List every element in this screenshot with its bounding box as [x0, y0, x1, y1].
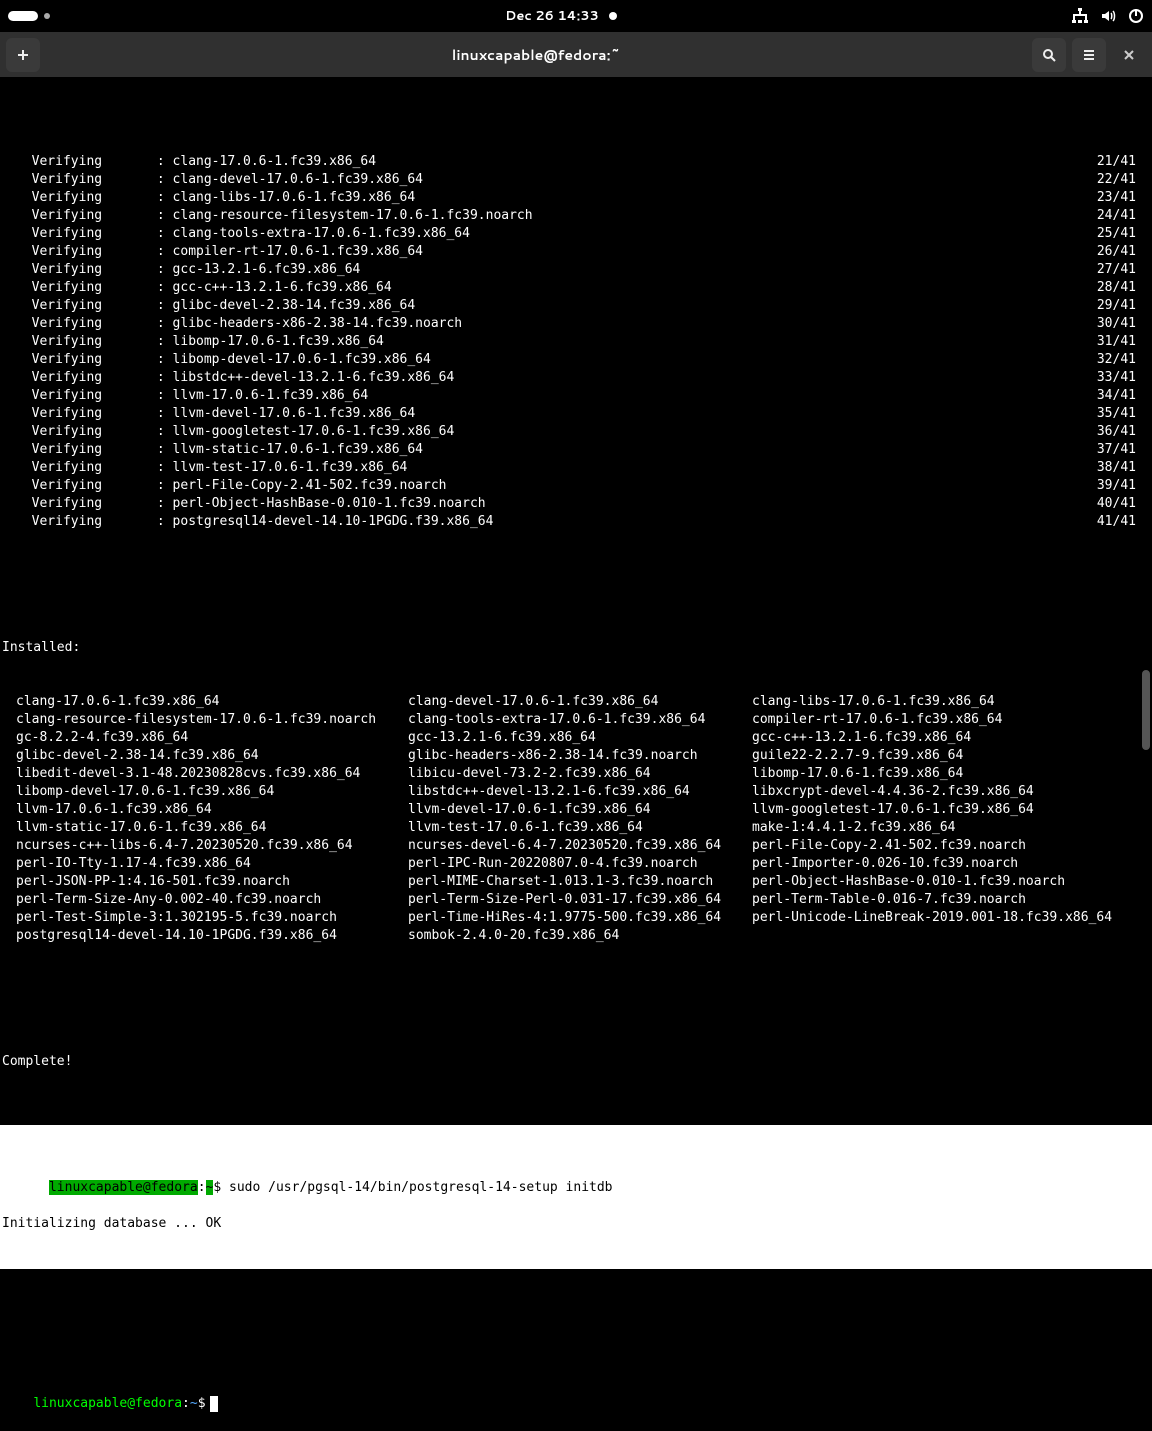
installed-pkg: perl-Term-Size-Any-0.002-40.fc39.noarch [16, 891, 408, 909]
search-button[interactable] [1032, 38, 1066, 72]
verifying-line: Verifying : llvm-devel-17.0.6-1.fc39.x86… [0, 405, 1152, 423]
installed-pkg: perl-Term-Size-Perl-0.031-17.fc39.x86_64 [408, 891, 752, 909]
installed-pkg: llvm-googletest-17.0.6-1.fc39.x86_64 [752, 801, 1152, 819]
current-prompt[interactable]: linuxcapable@fedora:~$ [0, 1377, 1152, 1395]
verifying-line: Verifying : clang-tools-extra-17.0.6-1.f… [0, 225, 1152, 243]
installed-pkg: make-1:4.4.1-2.fc39.x86_64 [752, 819, 1152, 837]
installed-header: Installed: [0, 639, 1152, 657]
installed-pkg: gc-8.2.2-4.fc39.x86_64 [16, 729, 408, 747]
installed-pkg: glibc-headers-x86-2.38-14.fc39.noarch [408, 747, 752, 765]
installed-pkg: perl-Object-HashBase-0.010-1.fc39.noarch [752, 873, 1152, 891]
installed-pkg: clang-tools-extra-17.0.6-1.fc39.x86_64 [408, 711, 752, 729]
installed-pkg: clang-resource-filesystem-17.0.6-1.fc39.… [16, 711, 408, 729]
verifying-line: Verifying : perl-Object-HashBase-0.010-1… [0, 495, 1152, 513]
installed-pkg: perl-Time-HiRes-4:1.9775-500.fc39.x86_64 [408, 909, 752, 927]
installed-pkg: glibc-devel-2.38-14.fc39.x86_64 [16, 747, 408, 765]
verifying-line: Verifying : clang-resource-filesystem-17… [0, 207, 1152, 225]
verifying-line: Verifying : llvm-17.0.6-1.fc39.x86_6434/… [0, 387, 1152, 405]
installed-pkg: perl-MIME-Charset-1.013.1-3.fc39.noarch [408, 873, 752, 891]
installed-pkg: gcc-13.2.1-6.fc39.x86_64 [408, 729, 752, 747]
installed-pkg: sombok-2.4.0-20.fc39.x86_64 [408, 927, 752, 945]
cursor-icon [210, 1396, 218, 1412]
verifying-line: Verifying : clang-libs-17.0.6-1.fc39.x86… [0, 189, 1152, 207]
verifying-line: Verifying : gcc-c++-13.2.1-6.fc39.x86_64… [0, 279, 1152, 297]
close-button[interactable] [1112, 38, 1146, 72]
volume-icon[interactable] [1100, 8, 1116, 24]
verifying-line: Verifying : llvm-static-17.0.6-1.fc39.x8… [0, 441, 1152, 459]
installed-pkg: ncurses-devel-6.4-7.20230520.fc39.x86_64 [408, 837, 752, 855]
workspace-dot-icon [44, 13, 50, 19]
verifying-line: Verifying : perl-File-Copy-2.41-502.fc39… [0, 477, 1152, 495]
installed-pkg: libedit-devel-3.1-48.20230828cvs.fc39.x8… [16, 765, 408, 783]
installed-pkg: libomp-17.0.6-1.fc39.x86_64 [752, 765, 1152, 783]
installed-pkg: perl-IPC-Run-20220807.0-4.fc39.noarch [408, 855, 752, 873]
scrollbar[interactable] [1142, 80, 1150, 760]
prompt-user: linuxcapable@fedora [33, 1396, 182, 1411]
verifying-line: Verifying : libstdc++-devel-13.2.1-6.fc3… [0, 369, 1152, 387]
verifying-line: Verifying : compiler-rt-17.0.6-1.fc39.x8… [0, 243, 1152, 261]
activities-pill-icon [8, 11, 38, 21]
menu-button[interactable] [1072, 38, 1106, 72]
new-tab-button[interactable] [6, 38, 40, 72]
complete-line: Complete! [0, 1053, 1152, 1071]
installed-pkg: perl-IO-Tty-1.17-4.fc39.x86_64 [16, 855, 408, 873]
verifying-line: Verifying : llvm-test-17.0.6-1.fc39.x86_… [0, 459, 1152, 477]
prev-command: sudo /usr/pgsql-14/bin/postgresql-14-set… [229, 1180, 613, 1195]
verifying-line: Verifying : gcc-13.2.1-6.fc39.x86_6427/4… [0, 261, 1152, 279]
verifying-list: Verifying : clang-17.0.6-1.fc39.x86_6421… [0, 153, 1152, 531]
datetime-label: Dec 26 14:33 [505, 7, 599, 25]
installed-pkg: perl-File-Copy-2.41-502.fc39.noarch [752, 837, 1152, 855]
prompt-path: ~ [206, 1180, 214, 1195]
prompt-path: ~ [190, 1396, 198, 1411]
installed-pkg: compiler-rt-17.0.6-1.fc39.x86_64 [752, 711, 1152, 729]
installed-list: clang-17.0.6-1.fc39.x86_64clang-devel-17… [0, 693, 1152, 945]
notification-dot-icon [609, 12, 617, 20]
installed-pkg: llvm-17.0.6-1.fc39.x86_64 [16, 801, 408, 819]
verifying-line: Verifying : clang-devel-17.0.6-1.fc39.x8… [0, 171, 1152, 189]
installed-pkg: perl-Unicode-LineBreak-2019.001-18.fc39.… [752, 909, 1152, 927]
verifying-line: Verifying : libomp-17.0.6-1.fc39.x86_643… [0, 333, 1152, 351]
verifying-line: Verifying : llvm-googletest-17.0.6-1.fc3… [0, 423, 1152, 441]
installed-pkg: llvm-static-17.0.6-1.fc39.x86_64 [16, 819, 408, 837]
prompt-user: linuxcapable@fedora [49, 1180, 198, 1195]
verifying-line: Verifying : libomp-devel-17.0.6-1.fc39.x… [0, 351, 1152, 369]
verifying-line: Verifying : postgresql14-devel-14.10-1PG… [0, 513, 1152, 531]
power-icon[interactable] [1128, 8, 1144, 24]
gnome-topbar: Dec 26 14:33 [0, 0, 1152, 32]
installed-pkg: libicu-devel-73.2-2.fc39.x86_64 [408, 765, 752, 783]
window-title: linuxcapable@fedora:~ [46, 45, 1026, 65]
verifying-line: Verifying : clang-17.0.6-1.fc39.x86_6421… [0, 153, 1152, 171]
installed-pkg: perl-Importer-0.026-10.fc39.noarch [752, 855, 1152, 873]
clock-area[interactable]: Dec 26 14:33 [505, 7, 617, 25]
installed-pkg: perl-JSON-PP-1:4.16-501.fc39.noarch [16, 873, 408, 891]
init-output-line: Initializing database ... OK [2, 1215, 1152, 1233]
highlighted-block: linuxcapable@fedora:~$ sudo /usr/pgsql-1… [0, 1125, 1152, 1269]
installed-pkg: perl-Test-Simple-3:1.302195-5.fc39.noarc… [16, 909, 408, 927]
prev-prompt-line: linuxcapable@fedora:~$ sudo /usr/pgsql-1… [2, 1161, 1152, 1179]
terminal-output[interactable]: Verifying : clang-17.0.6-1.fc39.x86_6421… [0, 77, 1152, 1413]
installed-pkg: clang-17.0.6-1.fc39.x86_64 [16, 693, 408, 711]
installed-pkg: libxcrypt-devel-4.4.36-2.fc39.x86_64 [752, 783, 1152, 801]
installed-pkg: guile22-2.2.7-9.fc39.x86_64 [752, 747, 1152, 765]
verifying-line: Verifying : glibc-headers-x86-2.38-14.fc… [0, 315, 1152, 333]
scrollbar-thumb[interactable] [1142, 670, 1150, 750]
installed-pkg: clang-devel-17.0.6-1.fc39.x86_64 [408, 693, 752, 711]
verifying-line: Verifying : glibc-devel-2.38-14.fc39.x86… [0, 297, 1152, 315]
network-icon[interactable] [1072, 8, 1088, 24]
installed-pkg: postgresql14-devel-14.10-1PGDG.f39.x86_6… [16, 927, 408, 945]
installed-pkg: clang-libs-17.0.6-1.fc39.x86_64 [752, 693, 1152, 711]
terminal-titlebar: linuxcapable@fedora:~ [0, 32, 1152, 77]
installed-pkg: llvm-devel-17.0.6-1.fc39.x86_64 [408, 801, 752, 819]
installed-pkg: libstdc++-devel-13.2.1-6.fc39.x86_64 [408, 783, 752, 801]
installed-pkg: perl-Term-Table-0.016-7.fc39.noarch [752, 891, 1152, 909]
installed-pkg: gcc-c++-13.2.1-6.fc39.x86_64 [752, 729, 1152, 747]
installed-pkg: llvm-test-17.0.6-1.fc39.x86_64 [408, 819, 752, 837]
installed-pkg: ncurses-c++-libs-6.4-7.20230520.fc39.x86… [16, 837, 408, 855]
installed-pkg: libomp-devel-17.0.6-1.fc39.x86_64 [16, 783, 408, 801]
activities-indicator[interactable] [8, 11, 50, 21]
